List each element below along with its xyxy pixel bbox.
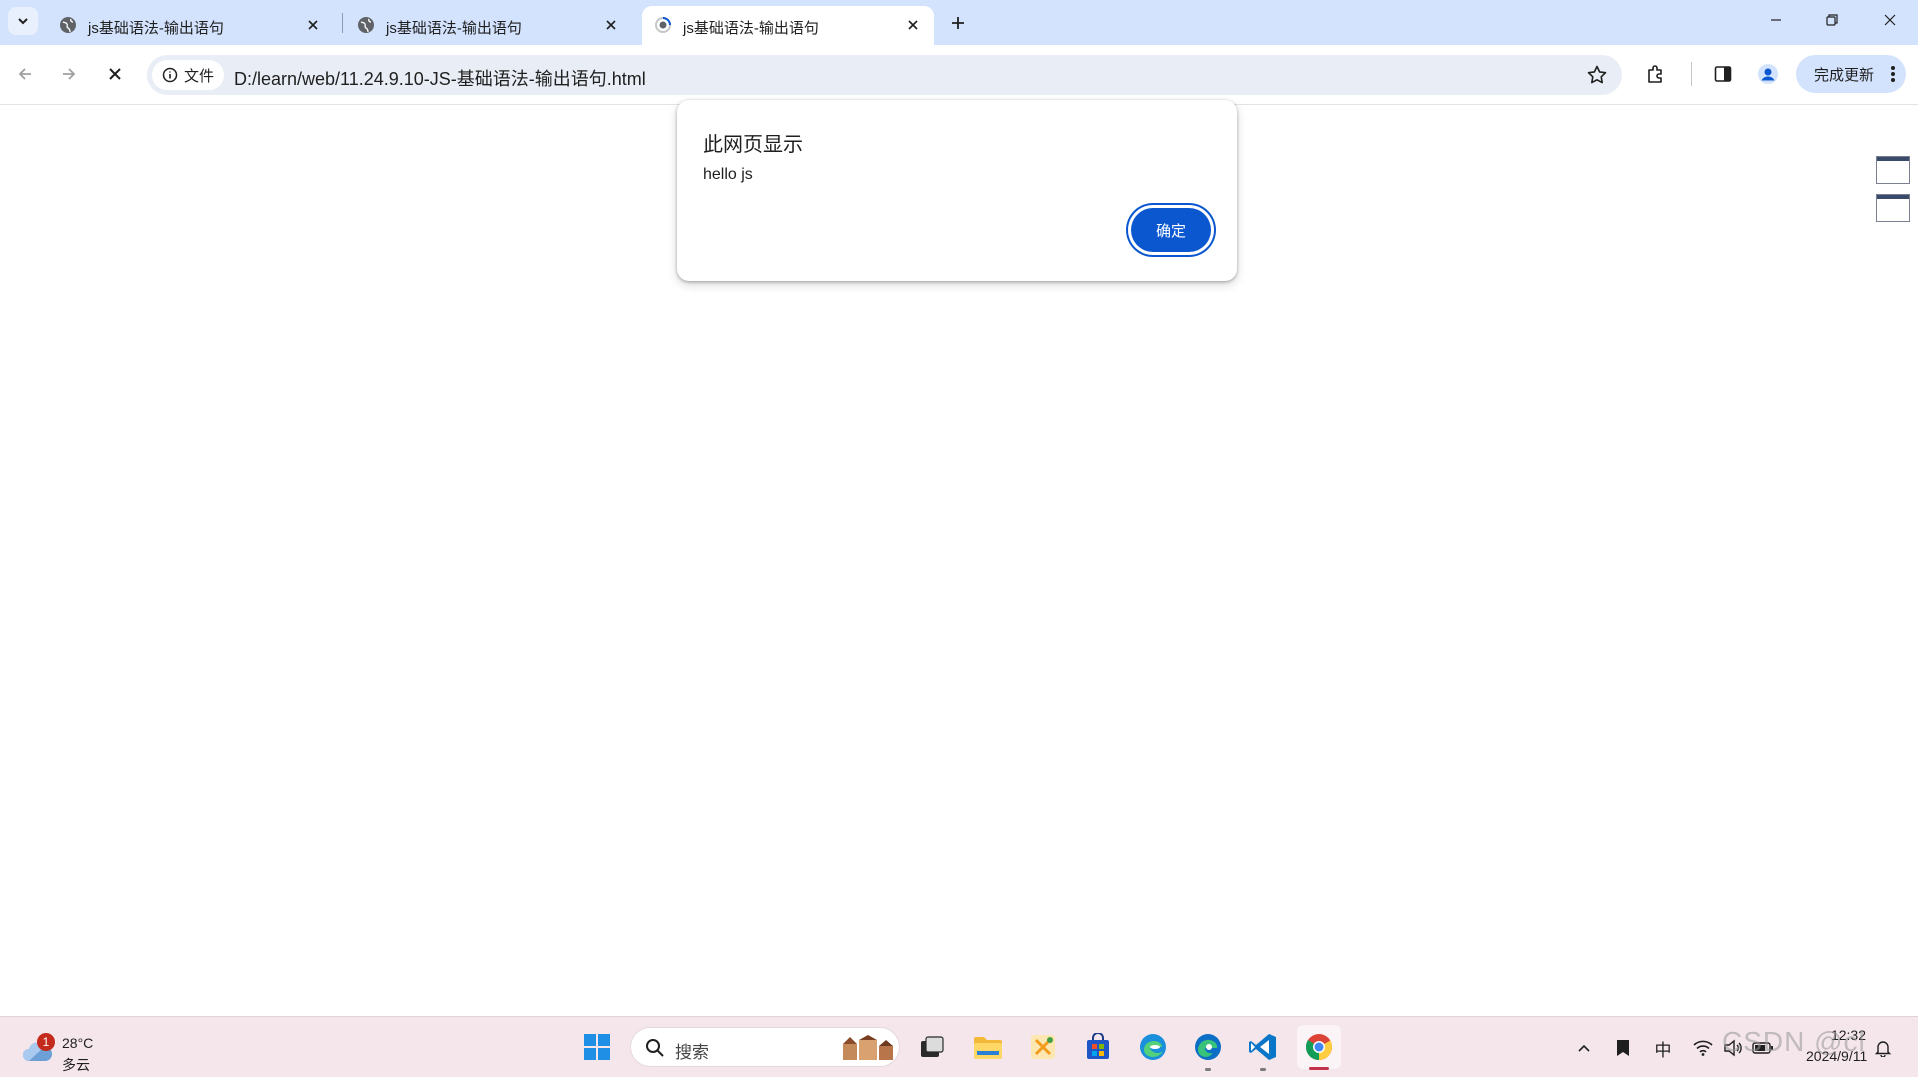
close-icon[interactable]	[304, 16, 322, 34]
weather-temp: 28°C	[62, 1035, 94, 1051]
minimize-icon	[1771, 19, 1781, 21]
tab-2[interactable]: js基础语法-输出语句	[345, 6, 632, 45]
watermark: CSDN @cl	[1722, 1026, 1866, 1057]
update-label: 完成更新	[1814, 66, 1875, 84]
restore-button[interactable]	[1804, 0, 1860, 40]
address-bar[interactable]: 文件 D:/learn/web/11.24.9.10-JS-基础语法-输出语句.…	[147, 55, 1622, 95]
dialog-title: 此网页显示	[703, 134, 803, 156]
globe-icon	[358, 17, 374, 33]
side-panel-icon	[1714, 66, 1732, 82]
tab-title: js基础语法-输出语句	[386, 20, 522, 37]
close-icon	[109, 68, 121, 80]
chrome-button[interactable]	[1297, 1025, 1341, 1070]
weather-condition: 多云	[62, 1057, 90, 1073]
ime-indicator[interactable]: 中	[1650, 1035, 1676, 1061]
star-bookmark-icon[interactable]	[1586, 64, 1608, 86]
tab-divider	[342, 13, 343, 33]
running-indicator	[1260, 1068, 1266, 1071]
store-icon	[1087, 1033, 1109, 1059]
tab-search-button[interactable]	[8, 7, 38, 35]
tab-1[interactable]: js基础语法-输出语句	[47, 6, 334, 45]
puzzle-icon	[1648, 65, 1662, 83]
edge-icon	[1140, 1034, 1166, 1060]
task-view-icon	[921, 1036, 944, 1057]
wifi-icon	[1693, 1040, 1713, 1056]
tab-title: js基础语法-输出语句	[683, 20, 819, 37]
globe-icon	[60, 17, 76, 33]
weather-widget[interactable]: 1 28°C 多云	[18, 1025, 98, 1073]
side-panel-button[interactable]	[1710, 61, 1736, 87]
edge-dev-button[interactable]	[1190, 1029, 1226, 1071]
bell-icon	[1874, 1041, 1892, 1057]
back-button[interactable]	[9, 58, 41, 90]
restore-icon	[1826, 14, 1838, 26]
edge-button[interactable]	[1135, 1029, 1171, 1065]
info-icon	[162, 67, 178, 83]
wifi-button[interactable]	[1690, 1035, 1716, 1061]
edge-dev-icon	[1195, 1034, 1221, 1060]
show-hidden-icons-button[interactable]	[1571, 1035, 1597, 1061]
new-tab-button[interactable]	[943, 9, 973, 37]
plus-icon	[952, 17, 964, 29]
windows-logo-icon	[584, 1034, 610, 1060]
active-indicator	[1309, 1067, 1329, 1070]
tab-strip: js基础语法-输出语句 js基础语法-输出语句 js基础语法-输出语句	[0, 0, 1918, 45]
url-text[interactable]: D:/learn/web/11.24.9.10-JS-基础语法-输出语句.htm…	[234, 65, 646, 91]
ime-label: 中	[1654, 1040, 1672, 1060]
close-icon	[1884, 14, 1896, 26]
taskbar-search[interactable]: 搜索	[630, 1027, 900, 1067]
arrow-right-icon	[63, 68, 76, 80]
folder-icon	[974, 1037, 1002, 1059]
start-button[interactable]	[579, 1029, 615, 1065]
task-view-button[interactable]	[914, 1029, 950, 1065]
loading-spinner-icon	[655, 17, 671, 33]
tray-app-button[interactable]	[1610, 1035, 1636, 1061]
minimize-button[interactable]	[1748, 0, 1804, 40]
bookmark-tray-icon	[1617, 1040, 1629, 1056]
vscode-button[interactable]	[1245, 1029, 1281, 1071]
tool-app-button[interactable]	[1025, 1029, 1061, 1065]
more-vert-icon	[1891, 66, 1895, 82]
chrome-icon	[1305, 1034, 1333, 1061]
tab-title: js基础语法-输出语句	[88, 20, 224, 37]
notification-badge: 1	[37, 1033, 55, 1051]
stop-loading-button[interactable]	[99, 58, 131, 90]
tools-icon	[1031, 1035, 1055, 1059]
chevron-down-icon	[18, 18, 28, 25]
search-highlight-image	[843, 1035, 893, 1060]
close-icon[interactable]	[602, 16, 620, 34]
search-icon	[646, 1039, 664, 1057]
close-icon[interactable]	[904, 16, 922, 34]
update-button[interactable]: 完成更新	[1796, 55, 1906, 93]
vscode-icon	[1249, 1034, 1276, 1060]
extensions-button[interactable]	[1643, 61, 1669, 87]
chevron-up-icon	[1578, 1044, 1590, 1052]
microsoft-store-button[interactable]	[1080, 1029, 1116, 1065]
ok-button[interactable]: 确定	[1131, 208, 1211, 252]
running-indicator	[1205, 1068, 1211, 1071]
site-info-chip[interactable]: 文件	[152, 60, 225, 90]
toolbar-divider	[1691, 62, 1692, 86]
alert-dialog: 此网页显示 hello js 确定	[677, 100, 1237, 281]
avatar-icon	[1758, 64, 1778, 84]
window-thumbnail[interactable]	[1876, 194, 1910, 222]
file-explorer-button[interactable]	[970, 1029, 1006, 1065]
window-thumbnail[interactable]	[1876, 156, 1910, 184]
notification-center-button[interactable]	[1870, 1035, 1896, 1061]
browser-toolbar: 文件 D:/learn/web/11.24.9.10-JS-基础语法-输出语句.…	[0, 45, 1918, 105]
search-placeholder: 搜索	[675, 1043, 709, 1062]
forward-button[interactable]	[53, 58, 85, 90]
site-info-label: 文件	[184, 67, 215, 85]
close-window-button[interactable]	[1862, 0, 1918, 40]
arrow-left-icon	[18, 68, 31, 80]
tab-3-active[interactable]: js基础语法-输出语句	[642, 6, 934, 45]
dialog-message: hello js	[703, 166, 753, 183]
profile-button[interactable]	[1755, 61, 1781, 87]
taskbar: 1 28°C 多云 搜索 中 12:32 2024/9/11	[0, 1016, 1918, 1077]
